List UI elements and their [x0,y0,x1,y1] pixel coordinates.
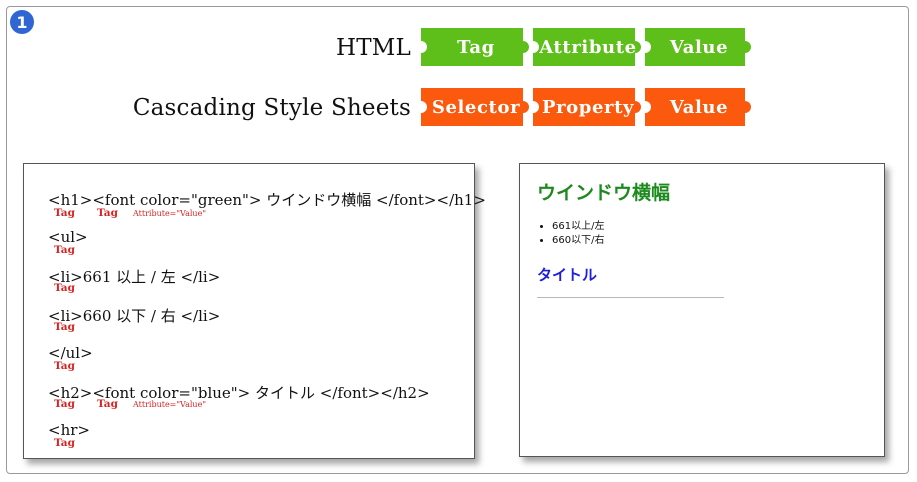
css-row-label: Cascading Style Sheets [132,95,411,121]
html-row-label: HTML [335,35,411,61]
tag-note: Tag [54,321,75,333]
tag-note: Tag [54,360,75,372]
html-attribute-label: Attribute [539,36,637,58]
css-value-piece: Value [645,88,753,126]
preview-heading-2: タイトル [537,266,598,284]
html-code-panel: <h1><font color="green"> ウインドウ横幅 </font>… [23,163,486,459]
list-item: 660以下/右 [552,234,604,248]
html-value-piece: Value [645,28,753,66]
css-selector-label: Selector [431,96,521,118]
html-tag-piece: Tag [421,28,531,66]
list-item: 661以上/左 [552,220,604,234]
tag-note: Tag [54,398,75,410]
tag-note: Tag [54,282,75,294]
tag-note: Tag [97,207,118,219]
tag-note: Tag [97,398,118,410]
horizontal-rule [537,297,724,298]
html-value-label: Value [669,36,729,58]
tag-note: Tag [54,244,75,256]
css-selector-piece: Selector [421,88,531,126]
attribute-value-note: Attribute="Value" [133,400,206,409]
rendered-preview-panel: ウインドウ横幅 661以上/左 660以下/右 タイトル [519,163,885,457]
tag-note: Tag [54,207,75,219]
html-attribute-piece: Attribute [533,28,643,66]
tag-note: Tag [54,437,75,449]
step-number-badge: 1 [10,10,34,34]
attribute-value-note: Attribute="Value" [133,209,206,218]
preview-list: 661以上/左 660以下/右 [537,220,604,248]
css-value-label: Value [669,96,729,118]
html-tag-label: Tag [457,36,495,58]
preview-heading-1: ウインドウ横幅 [537,182,671,204]
css-property-piece: Property [533,88,643,126]
css-property-label: Property [541,96,635,118]
